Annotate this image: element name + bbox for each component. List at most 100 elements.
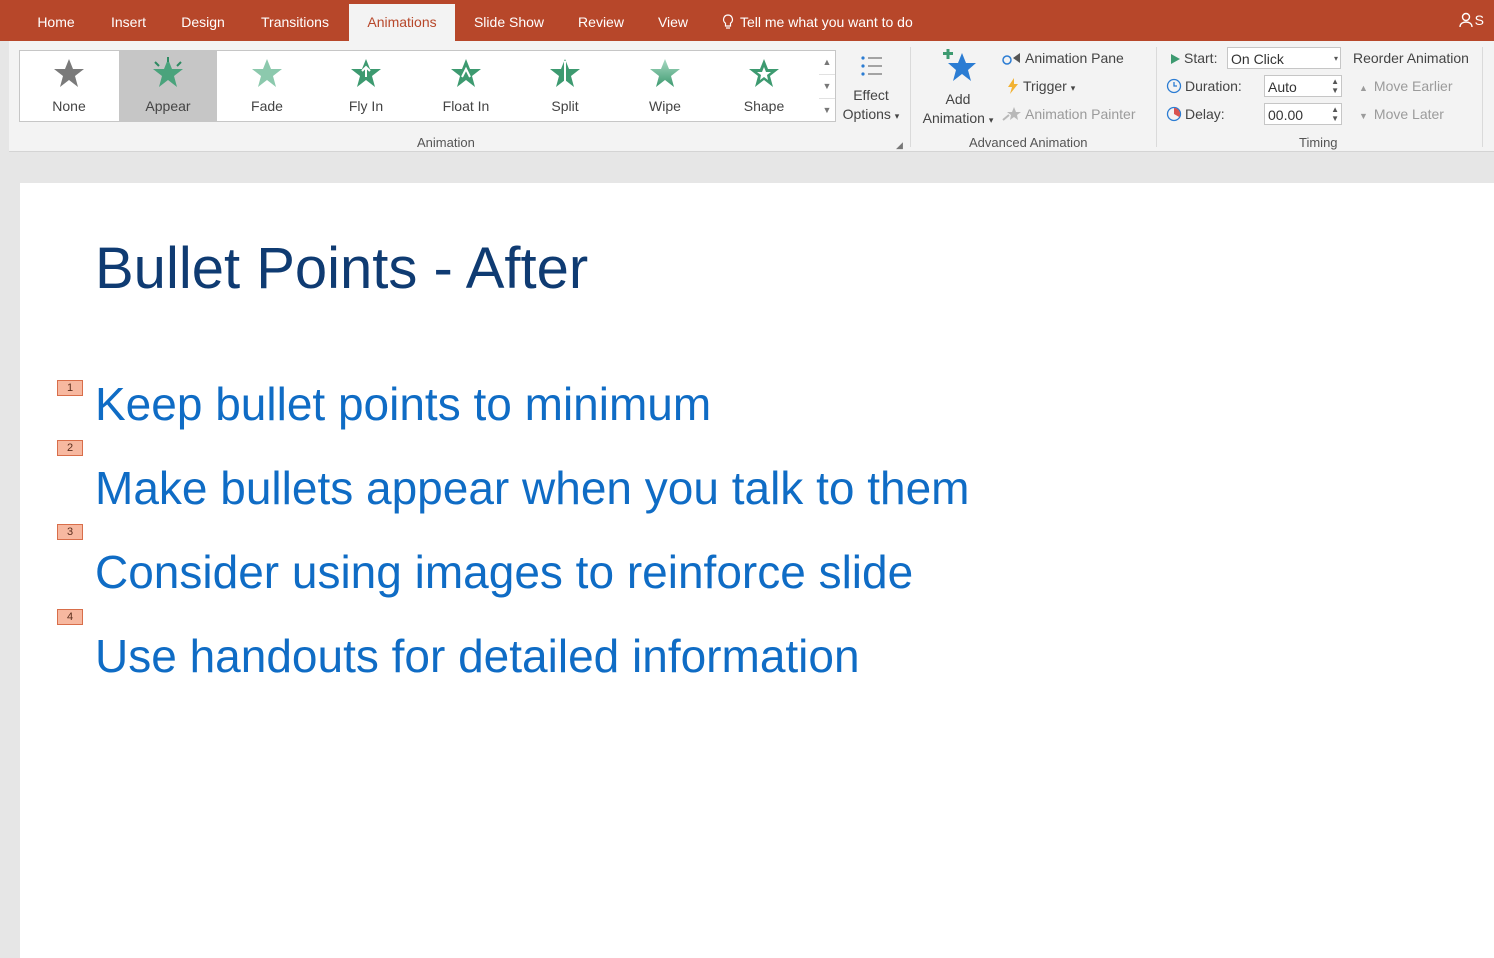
animation-float-in[interactable]: Float In bbox=[417, 51, 515, 121]
tell-me-search[interactable]: Tell me what you want to do bbox=[722, 0, 913, 41]
star-wipe-icon bbox=[650, 59, 680, 87]
animation-split[interactable]: Split bbox=[516, 51, 614, 121]
duration-label: Duration: bbox=[1166, 75, 1242, 97]
tab-transitions[interactable]: Transitions bbox=[251, 0, 339, 41]
start-dropdown[interactable]: On Click ▾ bbox=[1227, 47, 1341, 69]
duration-field[interactable]: Auto ▲ ▼ bbox=[1264, 75, 1342, 97]
delay-field[interactable]: 00.00 ▲ ▼ bbox=[1264, 103, 1342, 125]
add-animation-star-icon bbox=[943, 49, 976, 81]
animation-order-tag[interactable]: 2 bbox=[57, 440, 83, 456]
trigger-label: Trigger bbox=[1023, 78, 1067, 94]
animation-order-tag[interactable]: 4 bbox=[57, 609, 83, 625]
move-earlier-label: Move Earlier bbox=[1373, 78, 1453, 94]
add-animation-button[interactable]: Add Animation ▾ bbox=[914, 49, 1002, 130]
gallery-scroll-up-icon[interactable]: ▲ bbox=[819, 51, 835, 75]
play-icon bbox=[1171, 54, 1180, 64]
gallery-more-icon[interactable]: ▼ bbox=[819, 99, 835, 122]
delay-value: 00.00 bbox=[1268, 107, 1304, 123]
trigger-button[interactable]: Trigger ▾ bbox=[1006, 75, 1075, 97]
tab-view[interactable]: View bbox=[648, 0, 698, 41]
clock-icon bbox=[1166, 78, 1182, 94]
effect-options-button[interactable]: Effect Options ▾ bbox=[837, 51, 905, 126]
animation-painter-button[interactable]: Animation Painter bbox=[1002, 103, 1136, 125]
add-animation-label-1: Add bbox=[945, 91, 971, 107]
animation-fade-label: Fade bbox=[251, 98, 283, 114]
animation-fly-in[interactable]: Fly In bbox=[317, 51, 415, 121]
animation-pane-icon bbox=[1002, 53, 1020, 65]
move-later-label: Move Later bbox=[1373, 106, 1444, 122]
move-earlier-button[interactable]: ▲ Move Earlier bbox=[1359, 75, 1453, 97]
tab-animations[interactable]: Animations bbox=[349, 4, 455, 41]
animation-group-label: Animation bbox=[417, 135, 475, 150]
tab-slide-show[interactable]: Slide Show bbox=[466, 0, 552, 41]
star-split-icon bbox=[550, 59, 580, 87]
animation-pane-label: Animation Pane bbox=[1025, 50, 1124, 66]
effect-options-label-1: Effect bbox=[853, 87, 889, 103]
dialog-launcher-icon[interactable]: ◢ bbox=[896, 140, 903, 151]
lightbulb-icon bbox=[722, 14, 734, 29]
group-separator bbox=[910, 47, 911, 147]
star-fade-icon bbox=[252, 59, 282, 87]
animation-appear[interactable]: Appear bbox=[119, 51, 217, 121]
bullet-text[interactable]: Keep bullet points to minimum bbox=[95, 377, 711, 431]
delay-label: Delay: bbox=[1166, 103, 1225, 125]
reorder-animation-title: Reorder Animation bbox=[1353, 50, 1469, 66]
group-separator bbox=[1156, 47, 1157, 147]
tell-me-text: Tell me what you want to do bbox=[740, 14, 913, 30]
effect-options-icon bbox=[861, 56, 882, 76]
animation-painter-label: Animation Painter bbox=[1025, 106, 1136, 122]
tab-review[interactable]: Review bbox=[569, 0, 633, 41]
spin-arrows-icon[interactable]: ▲ ▼ bbox=[1331, 77, 1339, 95]
slide-title[interactable]: Bullet Points - After bbox=[95, 235, 588, 302]
bullet-text[interactable]: Consider using images to reinforce slide bbox=[95, 545, 913, 599]
star-float-in-icon bbox=[451, 59, 481, 87]
animation-pane-button[interactable]: Animation Pane bbox=[1002, 47, 1124, 69]
delay-clock-icon bbox=[1166, 106, 1182, 122]
ribbon-tab-bar: Home Insert Design Transitions Animation… bbox=[0, 0, 1494, 41]
animation-fly-in-label: Fly In bbox=[348, 98, 384, 114]
account-button[interactable]: S bbox=[1458, 12, 1484, 28]
spin-arrows-icon[interactable]: ▲ ▼ bbox=[1331, 105, 1339, 123]
tab-home[interactable]: Home bbox=[27, 0, 85, 41]
triangle-down-icon: ▼ bbox=[1359, 111, 1368, 121]
gallery-scroll-down-icon[interactable]: ▼ bbox=[819, 75, 835, 99]
dropdown-arrow-icon: ▾ bbox=[988, 115, 994, 125]
animation-appear-label: Appear bbox=[145, 98, 191, 114]
animation-none[interactable]: None bbox=[20, 51, 118, 121]
slide-canvas[interactable]: Bullet Points - After 1 Keep bullet poin… bbox=[20, 183, 1494, 958]
animation-shape-label: Shape bbox=[743, 98, 785, 114]
animation-gallery: None Appear Fade Fly In Float In Split W… bbox=[19, 50, 821, 122]
ribbon-animations: None Appear Fade Fly In Float In Split W… bbox=[9, 41, 1494, 152]
bullet-text[interactable]: Use handouts for detailed information bbox=[95, 629, 860, 683]
gallery-scroll: ▲ ▼ ▼ bbox=[819, 50, 836, 122]
star-shape-icon bbox=[749, 59, 779, 87]
start-value: On Click bbox=[1231, 51, 1284, 67]
group-separator bbox=[1482, 47, 1483, 147]
account-label: S bbox=[1474, 12, 1484, 28]
animation-wipe[interactable]: Wipe bbox=[616, 51, 714, 121]
advanced-animation-group-label: Advanced Animation bbox=[969, 135, 1088, 150]
effect-options-label-2: Options bbox=[842, 106, 891, 122]
star-burst-icon bbox=[153, 57, 183, 87]
timing-group-label: Timing bbox=[1299, 135, 1338, 150]
move-later-button[interactable]: ▼ Move Later bbox=[1359, 103, 1444, 125]
lightning-icon bbox=[1008, 78, 1018, 94]
add-animation-label-2: Animation bbox=[922, 110, 985, 126]
tab-insert[interactable]: Insert bbox=[101, 0, 156, 41]
animation-order-tag[interactable]: 1 bbox=[57, 380, 83, 396]
dropdown-arrow-icon: ▾ bbox=[894, 111, 900, 121]
animation-order-tag[interactable]: 3 bbox=[57, 524, 83, 540]
dropdown-arrow-icon: ▾ bbox=[1333, 54, 1338, 63]
animation-wipe-label: Wipe bbox=[649, 98, 681, 114]
person-icon bbox=[1458, 12, 1473, 28]
left-window-edge bbox=[0, 41, 9, 958]
dropdown-arrow-icon: ▾ bbox=[1070, 83, 1076, 93]
triangle-up-icon: ▲ bbox=[1359, 83, 1368, 93]
tab-design[interactable]: Design bbox=[171, 0, 235, 41]
duration-value: Auto bbox=[1268, 79, 1297, 95]
start-label: Start: bbox=[1169, 47, 1217, 69]
animation-shape[interactable]: Shape bbox=[715, 51, 813, 121]
animation-fade[interactable]: Fade bbox=[218, 51, 316, 121]
animation-float-in-label: Float In bbox=[442, 98, 490, 114]
bullet-text[interactable]: Make bullets appear when you talk to the… bbox=[95, 461, 970, 515]
